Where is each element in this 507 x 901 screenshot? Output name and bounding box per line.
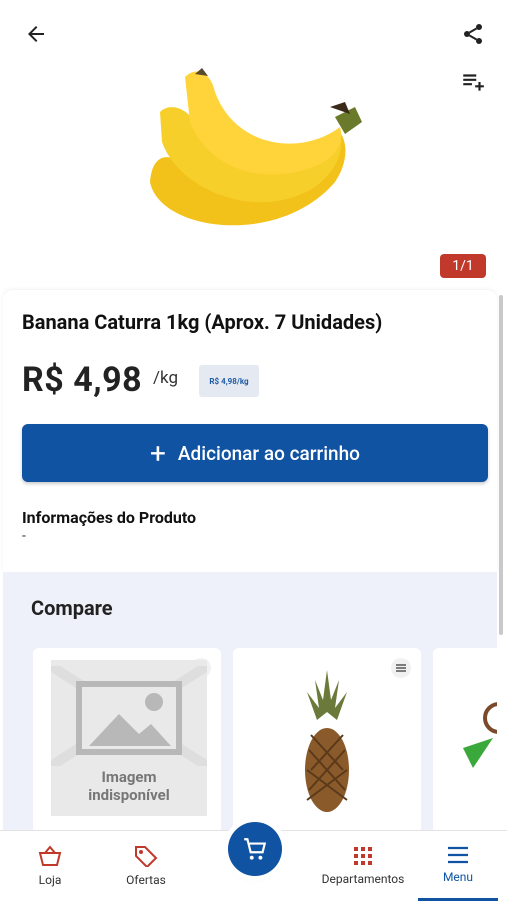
scrollbar[interactable]	[499, 295, 503, 635]
add-to-cart-button[interactable]: + Adicionar ao carrinho	[22, 424, 488, 482]
product-details-card: Banana Caturra 1kg (Aprox. 7 Unidades) R…	[3, 290, 497, 572]
tag-icon	[135, 846, 158, 867]
nav-item-ofertas[interactable]: Ofertas	[114, 831, 178, 901]
hamburger-icon	[448, 846, 468, 863]
nav-label-menu: Menu	[442, 869, 474, 884]
product-image	[140, 62, 370, 247]
back-arrow-icon[interactable]	[18, 16, 54, 52]
product-info-heading: Informações do Produto	[22, 508, 197, 527]
plus-icon: +	[150, 436, 166, 470]
unit-price-tag: R$ 4,98/kg	[199, 365, 259, 397]
product-title: Banana Caturra 1kg (Aprox. 7 Unidades)	[22, 310, 383, 334]
product-price: R$ 4,98	[22, 360, 143, 400]
nav-label-loja: Loja	[38, 873, 62, 887]
compare-product-card[interactable]	[233, 648, 421, 834]
compare-product-card[interactable]: Imagem indisponível	[33, 648, 221, 834]
placeholder-text-line2: indisponível	[88, 786, 170, 804]
cart-icon	[244, 838, 267, 860]
nav-item-menu[interactable]: Menu	[418, 831, 498, 901]
product-image-area: 1/1	[0, 0, 500, 290]
nav-item-loja[interactable]: Loja	[20, 831, 80, 901]
image-unavailable-placeholder: Imagem indisponível	[51, 660, 207, 816]
placeholder-text-line1: Imagem	[101, 768, 157, 786]
product-info-value: -	[22, 528, 26, 544]
add-to-list-icon[interactable]	[455, 64, 491, 100]
grid-icon	[354, 847, 372, 865]
compare-title: Compare	[31, 596, 113, 620]
price-unit: /kg	[153, 368, 179, 388]
basket-icon	[38, 845, 62, 866]
share-icon[interactable]	[455, 16, 491, 52]
add-to-cart-label: Adicionar ao carrinho	[177, 441, 360, 465]
nav-item-departamentos[interactable]: Departamentos	[316, 831, 410, 901]
nav-label-ofertas: Ofertas	[126, 873, 166, 887]
cart-fab-button[interactable]	[228, 822, 282, 876]
list-menu-icon[interactable]	[391, 658, 411, 678]
nav-label-departamentos: Departamentos	[321, 872, 405, 886]
coconut-image	[463, 698, 497, 778]
pineapple-image	[297, 670, 357, 815]
image-counter-badge: 1/1	[440, 254, 486, 278]
compare-section: Compare Imagem indisponível	[3, 572, 497, 834]
compare-product-card[interactable]	[433, 648, 497, 834]
